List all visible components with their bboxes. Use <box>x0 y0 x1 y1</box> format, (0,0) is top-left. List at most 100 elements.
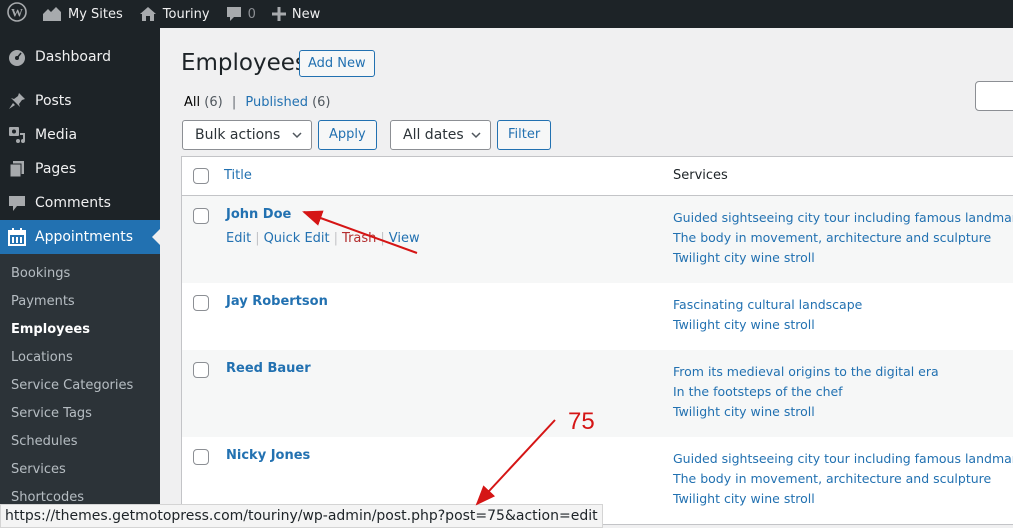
table-row: Jay Robertson Fascinating cultural lands… <box>182 283 1013 350</box>
service-link[interactable]: Twilight city wine stroll <box>673 248 1013 268</box>
new-label: New <box>291 6 321 22</box>
browser-status-url: https://themes.getmotopress.com/touriny/… <box>0 504 603 528</box>
trash-link[interactable]: Trash <box>342 231 376 246</box>
employee-name-link[interactable]: Jay Robertson <box>226 294 328 309</box>
site-name-menu[interactable]: Touriny <box>131 0 218 28</box>
main-content: Employees Add New All (6) | Published (6… <box>160 28 1013 528</box>
service-link[interactable]: From its medieval origins to the digital… <box>673 362 939 382</box>
comments-menu[interactable]: 0 <box>218 0 264 28</box>
submenu-item-payments[interactable]: Payments <box>0 288 160 316</box>
filter-all-link[interactable]: All (6) <box>184 95 223 110</box>
service-link[interactable]: The body in movement, architecture and s… <box>673 228 1013 248</box>
separator: | <box>380 231 385 246</box>
plus-icon <box>271 7 286 21</box>
filter-separator: | <box>231 95 237 110</box>
page-title: Employees <box>181 50 307 76</box>
wordpress-logo-button[interactable]: W <box>0 0 34 28</box>
site-name-label: Touriny <box>162 6 210 22</box>
services-list: Guided sightseeing city tour including f… <box>673 208 1013 268</box>
services-list: Fascinating cultural landscape Twilight … <box>673 295 862 335</box>
filter-published-label: Published <box>245 95 308 110</box>
pin-icon <box>7 91 27 111</box>
dashboard-icon <box>7 47 27 67</box>
services-list: From its medieval origins to the digital… <box>673 362 939 422</box>
apply-button[interactable]: Apply <box>318 120 377 150</box>
submenu-item-service-tags[interactable]: Service Tags <box>0 400 160 428</box>
table-header: Title Services <box>182 157 1013 196</box>
services-list: Guided sightseeing city tour including f… <box>673 449 1013 509</box>
row-checkbox[interactable] <box>193 362 209 378</box>
date-filter-value: All dates <box>403 127 464 143</box>
appointments-submenu: Bookings Payments Employees Locations Se… <box>0 254 160 518</box>
table-row: Reed Bauer From its medieval origins to … <box>182 350 1013 437</box>
admin-sidebar: Dashboard Posts Media Pages Comments App… <box>0 28 160 528</box>
filter-published-link[interactable]: Published (6) <box>245 95 330 110</box>
sidebar-item-label: Media <box>35 127 78 143</box>
filter-published-count: (6) <box>312 95 331 110</box>
employees-table: Title Services John Doe Edit | Quick Edit |… <box>181 156 1013 525</box>
submenu-item-services[interactable]: Services <box>0 456 160 484</box>
bulk-actions-select[interactable]: Bulk actions <box>182 120 312 150</box>
add-new-button[interactable]: Add New <box>299 50 375 77</box>
my-sites-menu[interactable]: My Sites <box>34 0 131 28</box>
sidebar-item-dashboard[interactable]: Dashboard <box>0 40 160 74</box>
service-link[interactable]: Twilight city wine stroll <box>673 402 939 422</box>
employee-name-link[interactable]: John Doe <box>226 207 291 222</box>
separator: | <box>255 231 260 246</box>
column-header-services: Services <box>673 168 728 183</box>
row-checkbox[interactable] <box>193 208 209 224</box>
sidebar-item-label: Pages <box>35 161 77 177</box>
comment-icon <box>226 6 242 22</box>
sidebar-item-pages[interactable]: Pages <box>0 152 160 186</box>
service-link[interactable]: In the footsteps of the chef <box>673 382 939 402</box>
filter-button[interactable]: Filter <box>497 120 552 150</box>
sidebar-item-appointments[interactable]: Appointments <box>0 220 160 254</box>
my-sites-icon <box>42 6 62 22</box>
admin-bar: W My Sites Touriny 0 New <box>0 0 1013 28</box>
date-filter-select[interactable]: All dates <box>390 120 491 150</box>
sidebar-item-comments[interactable]: Comments <box>0 186 160 220</box>
comment-icon <box>7 193 27 213</box>
comments-count: 0 <box>247 6 256 22</box>
employee-name-link[interactable]: Reed Bauer <box>226 361 311 376</box>
sidebar-item-label: Comments <box>35 195 111 211</box>
service-link[interactable]: Fascinating cultural landscape <box>673 295 862 315</box>
new-content-menu[interactable]: New <box>264 0 328 28</box>
filter-all-count: (6) <box>204 95 223 110</box>
service-link[interactable]: Twilight city wine stroll <box>673 489 1013 509</box>
select-all-checkbox[interactable] <box>193 168 209 184</box>
service-link[interactable]: Guided sightseeing city tour including f… <box>673 208 1013 228</box>
row-checkbox[interactable] <box>193 295 209 311</box>
employee-name-link[interactable]: Nicky Jones <box>226 448 310 463</box>
status-filter-links: All (6) | Published (6) <box>184 95 331 110</box>
search-input[interactable] <box>975 81 1013 111</box>
quick-edit-link[interactable]: Quick Edit <box>264 231 330 246</box>
column-header-title[interactable]: Title <box>224 168 252 183</box>
calendar-icon <box>7 227 27 247</box>
sidebar-item-label: Appointments <box>35 229 134 245</box>
view-link[interactable]: View <box>389 231 420 246</box>
submenu-item-bookings[interactable]: Bookings <box>0 260 160 288</box>
service-link[interactable]: The body in movement, architecture and s… <box>673 469 1013 489</box>
sidebar-item-posts[interactable]: Posts <box>0 84 160 118</box>
row-actions: Edit | Quick Edit | Trash | View <box>226 231 420 246</box>
my-sites-label: My Sites <box>68 6 123 22</box>
separator: | <box>333 231 339 246</box>
service-link[interactable]: Twilight city wine stroll <box>673 315 862 335</box>
annotation-label: 75 <box>568 408 595 435</box>
submenu-item-employees[interactable]: Employees <box>0 316 160 344</box>
submenu-item-locations[interactable]: Locations <box>0 344 160 372</box>
edit-link[interactable]: Edit <box>226 231 251 246</box>
submenu-item-schedules[interactable]: Schedules <box>0 428 160 456</box>
sidebar-item-label: Dashboard <box>35 49 111 65</box>
svg-text:W: W <box>11 6 23 20</box>
service-link[interactable]: Guided sightseeing city tour including f… <box>673 449 1013 469</box>
row-checkbox[interactable] <box>193 449 209 465</box>
sidebar-item-media[interactable]: Media <box>0 118 160 152</box>
table-row: John Doe Edit | Quick Edit | Trash | View Guid… <box>182 196 1013 283</box>
chevron-down-icon <box>470 121 482 159</box>
wordpress-logo-icon: W <box>7 2 27 26</box>
media-icon <box>7 125 27 145</box>
submenu-item-service-categories[interactable]: Service Categories <box>0 372 160 400</box>
filter-all-label: All <box>184 95 201 110</box>
